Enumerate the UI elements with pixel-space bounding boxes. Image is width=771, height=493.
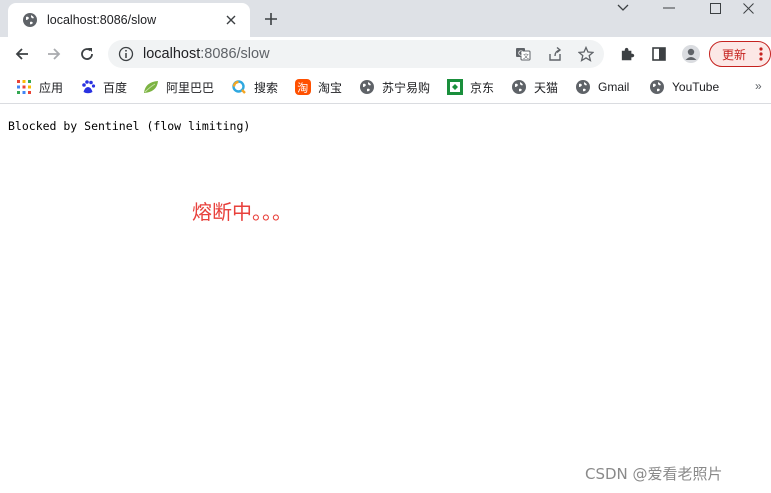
page-content: Blocked by Sentinel (flow limiting) 熔断中。… [0, 104, 771, 493]
tab-search-button[interactable] [600, 0, 646, 16]
side-panel-icon [652, 47, 666, 61]
forward-button[interactable] [40, 40, 68, 68]
url-path: :8086/slow [200, 46, 270, 62]
bookmark-taobao[interactable]: 淘 淘宝 [295, 78, 342, 96]
browser-tab[interactable]: localhost:8086/slow [8, 3, 250, 37]
taobao-icon: 淘 [295, 79, 311, 95]
bookmark-star-icon[interactable] [577, 45, 595, 63]
translate-icon[interactable]: G文 [514, 45, 532, 63]
svg-text:淘: 淘 [297, 82, 308, 95]
bookmark-tmall[interactable]: 天猫 [511, 78, 558, 96]
svg-text:文: 文 [523, 53, 529, 61]
address-bar[interactable]: localhost:8086/slow G文 [108, 40, 604, 68]
profile-button[interactable] [677, 40, 705, 68]
bookmark-label: 京东 [470, 80, 495, 95]
globe-icon [511, 79, 527, 95]
bookmark-apps[interactable]: 应用 [16, 78, 63, 96]
update-label: 更新 [722, 47, 747, 62]
tab-title: localhost:8086/slow [47, 13, 157, 27]
url-text[interactable]: localhost:8086/slow [143, 46, 270, 62]
circuit-breaker-message: 熔断中。。。 [192, 200, 292, 224]
bookmarks-bar: 应用 百度 阿里巴巴 搜索 淘 淘宝 苏宁易购 京东 天猫 Gmail YouT… [0, 71, 771, 104]
minimize-button[interactable] [646, 0, 692, 16]
bookmark-baidu[interactable]: 百度 [80, 78, 127, 96]
bookmark-label: 阿里巴巴 [166, 80, 215, 95]
bookmark-label: YouTube [672, 80, 720, 94]
csdn-watermark: CSDN @爱看老照片 [585, 465, 723, 483]
side-panel-button[interactable] [645, 40, 673, 68]
bookmark-youtube[interactable]: YouTube [649, 78, 719, 96]
bookmark-label: 搜索 [254, 80, 279, 95]
bookmark-label: 天猫 [534, 80, 559, 95]
bookmark-label: 百度 [103, 80, 128, 95]
bookmark-label: Gmail [598, 80, 630, 94]
new-tab-button[interactable] [259, 8, 283, 30]
alibaba-leaf-icon [143, 79, 159, 95]
bookmark-label: 淘宝 [318, 80, 343, 95]
update-button[interactable]: 更新 [709, 41, 771, 67]
globe-icon [575, 79, 591, 95]
blocked-message: Blocked by Sentinel (flow limiting) [8, 119, 251, 133]
tab-strip: localhost:8086/slow [0, 0, 771, 37]
bookmark-jd[interactable]: 京东 [447, 78, 494, 96]
search-ring-icon [231, 79, 247, 95]
bookmarks-overflow-button[interactable]: » [755, 79, 762, 93]
globe-icon [649, 79, 665, 95]
close-window-button[interactable] [725, 0, 771, 16]
puzzle-icon [621, 47, 635, 61]
bookmark-suning[interactable]: 苏宁易购 [359, 78, 430, 96]
back-button[interactable] [8, 40, 36, 68]
avatar-icon [682, 45, 700, 63]
bookmark-label: 苏宁易购 [382, 80, 431, 95]
bookmark-gmail[interactable]: Gmail [575, 78, 629, 96]
info-icon[interactable] [118, 46, 134, 62]
more-menu-icon[interactable] [759, 47, 763, 66]
globe-icon [359, 79, 375, 95]
baidu-paw-icon [80, 79, 96, 95]
bookmark-label: 应用 [39, 80, 64, 95]
share-icon[interactable] [546, 45, 564, 63]
close-icon[interactable] [222, 11, 240, 29]
extensions-button[interactable] [613, 40, 641, 68]
apps-grid-icon [16, 79, 32, 95]
bookmark-alibaba[interactable]: 阿里巴巴 [143, 78, 214, 96]
jd-icon [447, 79, 463, 95]
reload-button[interactable] [73, 40, 101, 68]
url-host: localhost [143, 46, 201, 62]
bookmark-search[interactable]: 搜索 [231, 78, 278, 96]
browser-toolbar: localhost:8086/slow G文 更新 [0, 37, 771, 71]
globe-icon [22, 12, 38, 28]
